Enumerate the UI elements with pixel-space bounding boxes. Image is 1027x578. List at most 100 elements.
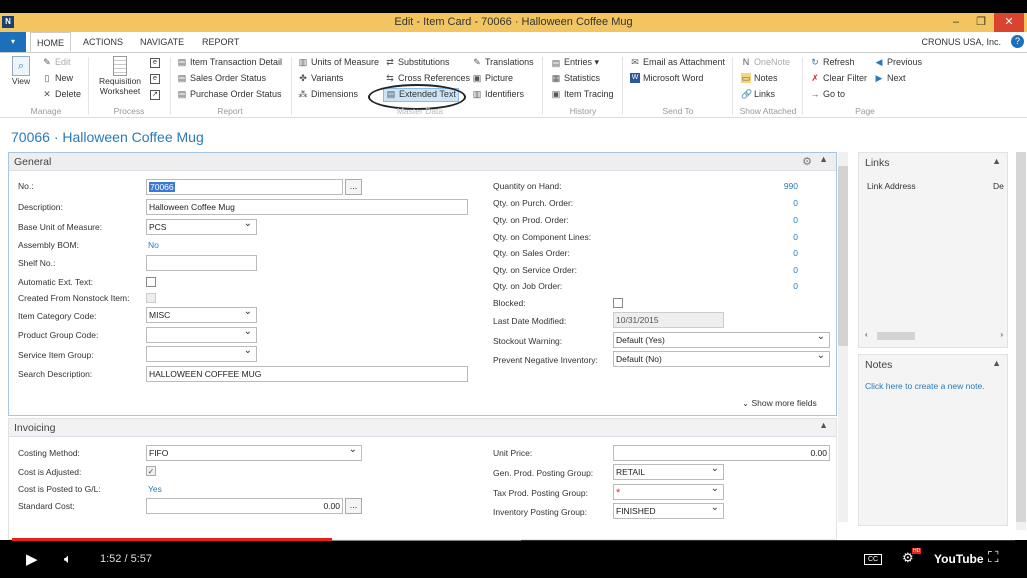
main-scrollbar[interactable] xyxy=(838,152,848,522)
create-note-link[interactable]: Click here to create a new note. xyxy=(865,381,985,391)
statistics-button[interactable]: ▦ Statistics xyxy=(551,73,600,83)
search-desc-field[interactable]: HALLOWEEN COFFEE MUG xyxy=(146,366,468,382)
collapse-icon[interactable]: ▲ xyxy=(992,358,1001,368)
file-menu-button[interactable]: ▾ xyxy=(0,32,26,52)
translations-icon: ✎ xyxy=(473,57,481,67)
product-group-select[interactable] xyxy=(146,327,257,343)
links-button[interactable]: 🔗 Links xyxy=(741,89,775,99)
cc-button[interactable]: CC xyxy=(864,554,882,565)
base-uom-select[interactable]: PCS xyxy=(146,219,257,235)
tab-home[interactable]: HOME xyxy=(30,32,71,52)
tax-prod-select[interactable]: * xyxy=(613,484,724,500)
variants-button[interactable]: ✤ Variants xyxy=(298,73,343,83)
links-scrollbar-thumb[interactable] xyxy=(877,332,915,340)
sales-order-status-button[interactable]: ▤ Sales Order Status xyxy=(177,73,266,83)
collapse-icon[interactable]: ▲ xyxy=(819,420,828,430)
standard-cost-assist-button[interactable]: ... xyxy=(345,498,362,514)
links-hscrollbar[interactable]: ‹ › xyxy=(865,330,1003,341)
invoicing-header[interactable]: Invoicing ▲ xyxy=(9,419,836,437)
notes-button[interactable]: ▭ Notes xyxy=(741,73,778,83)
qty-on-hand-value[interactable]: 990 xyxy=(760,181,798,191)
qty-comp-label: Qty. on Component Lines: xyxy=(493,232,592,242)
fullscreen-icon[interactable]: ⛶ xyxy=(988,549,999,566)
cost-posted-value[interactable]: Yes xyxy=(148,484,162,494)
identifiers-button[interactable]: ▥ Identifiers xyxy=(472,89,524,99)
qty-comp-value[interactable]: 0 xyxy=(760,232,798,242)
customize-icon[interactable]: ⚙ xyxy=(802,155,812,168)
company-name[interactable]: CRONUS USA, Inc. xyxy=(921,37,1001,47)
entries-button[interactable]: ▤ Entries ▾ xyxy=(551,57,599,68)
edit-button[interactable]: ✎ Edit xyxy=(42,57,70,67)
blocked-checkbox[interactable] xyxy=(613,298,623,308)
purchase-order-status-button[interactable]: ▤ Purchase Order Status xyxy=(177,89,282,99)
mute-icon[interactable]: 🔈︎ xyxy=(64,551,72,567)
youtube-logo[interactable]: YouTube xyxy=(934,552,984,566)
standard-cost-field[interactable]: 0.00 xyxy=(146,498,343,514)
factbox-scrollbar-thumb[interactable] xyxy=(1016,152,1026,522)
assembly-bom-value[interactable]: No xyxy=(148,240,159,250)
prevent-neg-select[interactable]: Default (No) xyxy=(613,351,830,367)
general-header[interactable]: General ⚙ ▲ xyxy=(9,153,836,171)
collapse-icon[interactable]: ▲ xyxy=(992,156,1001,166)
onenote-button[interactable]: N OneNote xyxy=(741,57,790,67)
main-scrollbar-thumb[interactable] xyxy=(838,166,848,346)
show-more-fields-link[interactable]: ⌄ Show more fields xyxy=(742,398,817,409)
qty-prod-value[interactable]: 0 xyxy=(760,215,798,225)
email-as-attachment-button[interactable]: ✉ Email as Attachment xyxy=(630,57,725,67)
minimize-button[interactable]: – xyxy=(944,13,968,32)
group-label-process: Process xyxy=(113,106,145,116)
next-button[interactable]: ▶ Next xyxy=(874,73,906,83)
scroll-right-icon[interactable]: › xyxy=(1000,330,1003,339)
shelf-no-field[interactable] xyxy=(146,255,257,271)
gen-prod-select[interactable]: RETAIL xyxy=(613,464,724,480)
cross-references-icon: ⇆ xyxy=(386,73,394,83)
help-icon[interactable]: ? xyxy=(1011,35,1024,48)
auto-ext-text-checkbox[interactable] xyxy=(146,277,156,287)
delete-button[interactable]: ✕ Delete xyxy=(42,89,81,99)
new-button[interactable]: ▯ New xyxy=(42,73,74,83)
qty-purch-value[interactable]: 0 xyxy=(760,198,798,208)
process-small-icon-1[interactable]: e xyxy=(150,58,160,68)
description-field[interactable]: Halloween Coffee Mug xyxy=(146,199,468,215)
collapse-icon[interactable]: ▲ xyxy=(819,154,828,164)
process-small-icon-2[interactable]: e xyxy=(150,74,160,84)
requisition-worksheet-button[interactable]: Requisition Worksheet xyxy=(97,56,143,96)
scroll-left-icon[interactable]: ‹ xyxy=(865,330,868,339)
tab-report[interactable]: REPORT xyxy=(196,32,245,52)
units-of-measure-button[interactable]: ▥ Units of Measure xyxy=(298,57,379,67)
process-small-icon-3[interactable]: ↗ xyxy=(150,90,160,100)
identifiers-label: Identifiers xyxy=(485,89,525,99)
substitutions-button[interactable]: ⇄ Substitutions xyxy=(385,57,449,67)
previous-button[interactable]: ◀ Previous xyxy=(874,57,922,67)
item-category-select[interactable]: MISC xyxy=(146,307,257,323)
dimensions-button[interactable]: ⁂ Dimensions xyxy=(298,89,359,99)
inv-posting-select[interactable]: FINISHED xyxy=(613,503,724,519)
qty-job-value[interactable]: 0 xyxy=(760,281,798,291)
translations-button[interactable]: ✎ Translations xyxy=(472,57,533,67)
view-button[interactable]: ⌕ View xyxy=(11,56,31,86)
tab-actions[interactable]: ACTIONS xyxy=(77,32,129,52)
no-assist-button[interactable]: ... xyxy=(345,179,362,195)
maximize-button[interactable]: ❐ xyxy=(969,13,993,32)
factbox-scrollbar[interactable] xyxy=(1016,152,1026,530)
refresh-button[interactable]: ↻ Refresh xyxy=(810,57,854,67)
picture-button[interactable]: ▣ Picture xyxy=(472,73,513,83)
tab-navigate[interactable]: NAVIGATE xyxy=(134,32,190,52)
item-tracing-button[interactable]: ▣ Item Tracing xyxy=(551,89,614,99)
no-field[interactable]: 70066 xyxy=(146,179,343,195)
cross-references-button[interactable]: ⇆ Cross References xyxy=(385,73,470,83)
costing-method-select[interactable]: FIFO xyxy=(146,445,362,461)
service-item-group-select[interactable] xyxy=(146,346,257,362)
item-transaction-detail-button[interactable]: ▤ Item Transaction Detail xyxy=(177,57,282,67)
close-button[interactable]: ✕ xyxy=(994,13,1024,32)
stockout-select[interactable]: Default (Yes) xyxy=(613,332,830,348)
progress-track[interactable] xyxy=(12,538,1015,541)
go-to-button[interactable]: → Go to xyxy=(810,89,846,99)
clear-filter-button[interactable]: ✗ Clear Filter xyxy=(810,73,867,83)
microsoft-word-button[interactable]: W Microsoft Word xyxy=(630,73,703,83)
unit-price-field[interactable]: 0.00 xyxy=(613,445,830,461)
qty-service-value[interactable]: 0 xyxy=(760,265,798,275)
qty-sales-value[interactable]: 0 xyxy=(760,248,798,258)
play-icon[interactable]: ▶ xyxy=(26,550,38,568)
ribbon-separator xyxy=(542,57,543,115)
